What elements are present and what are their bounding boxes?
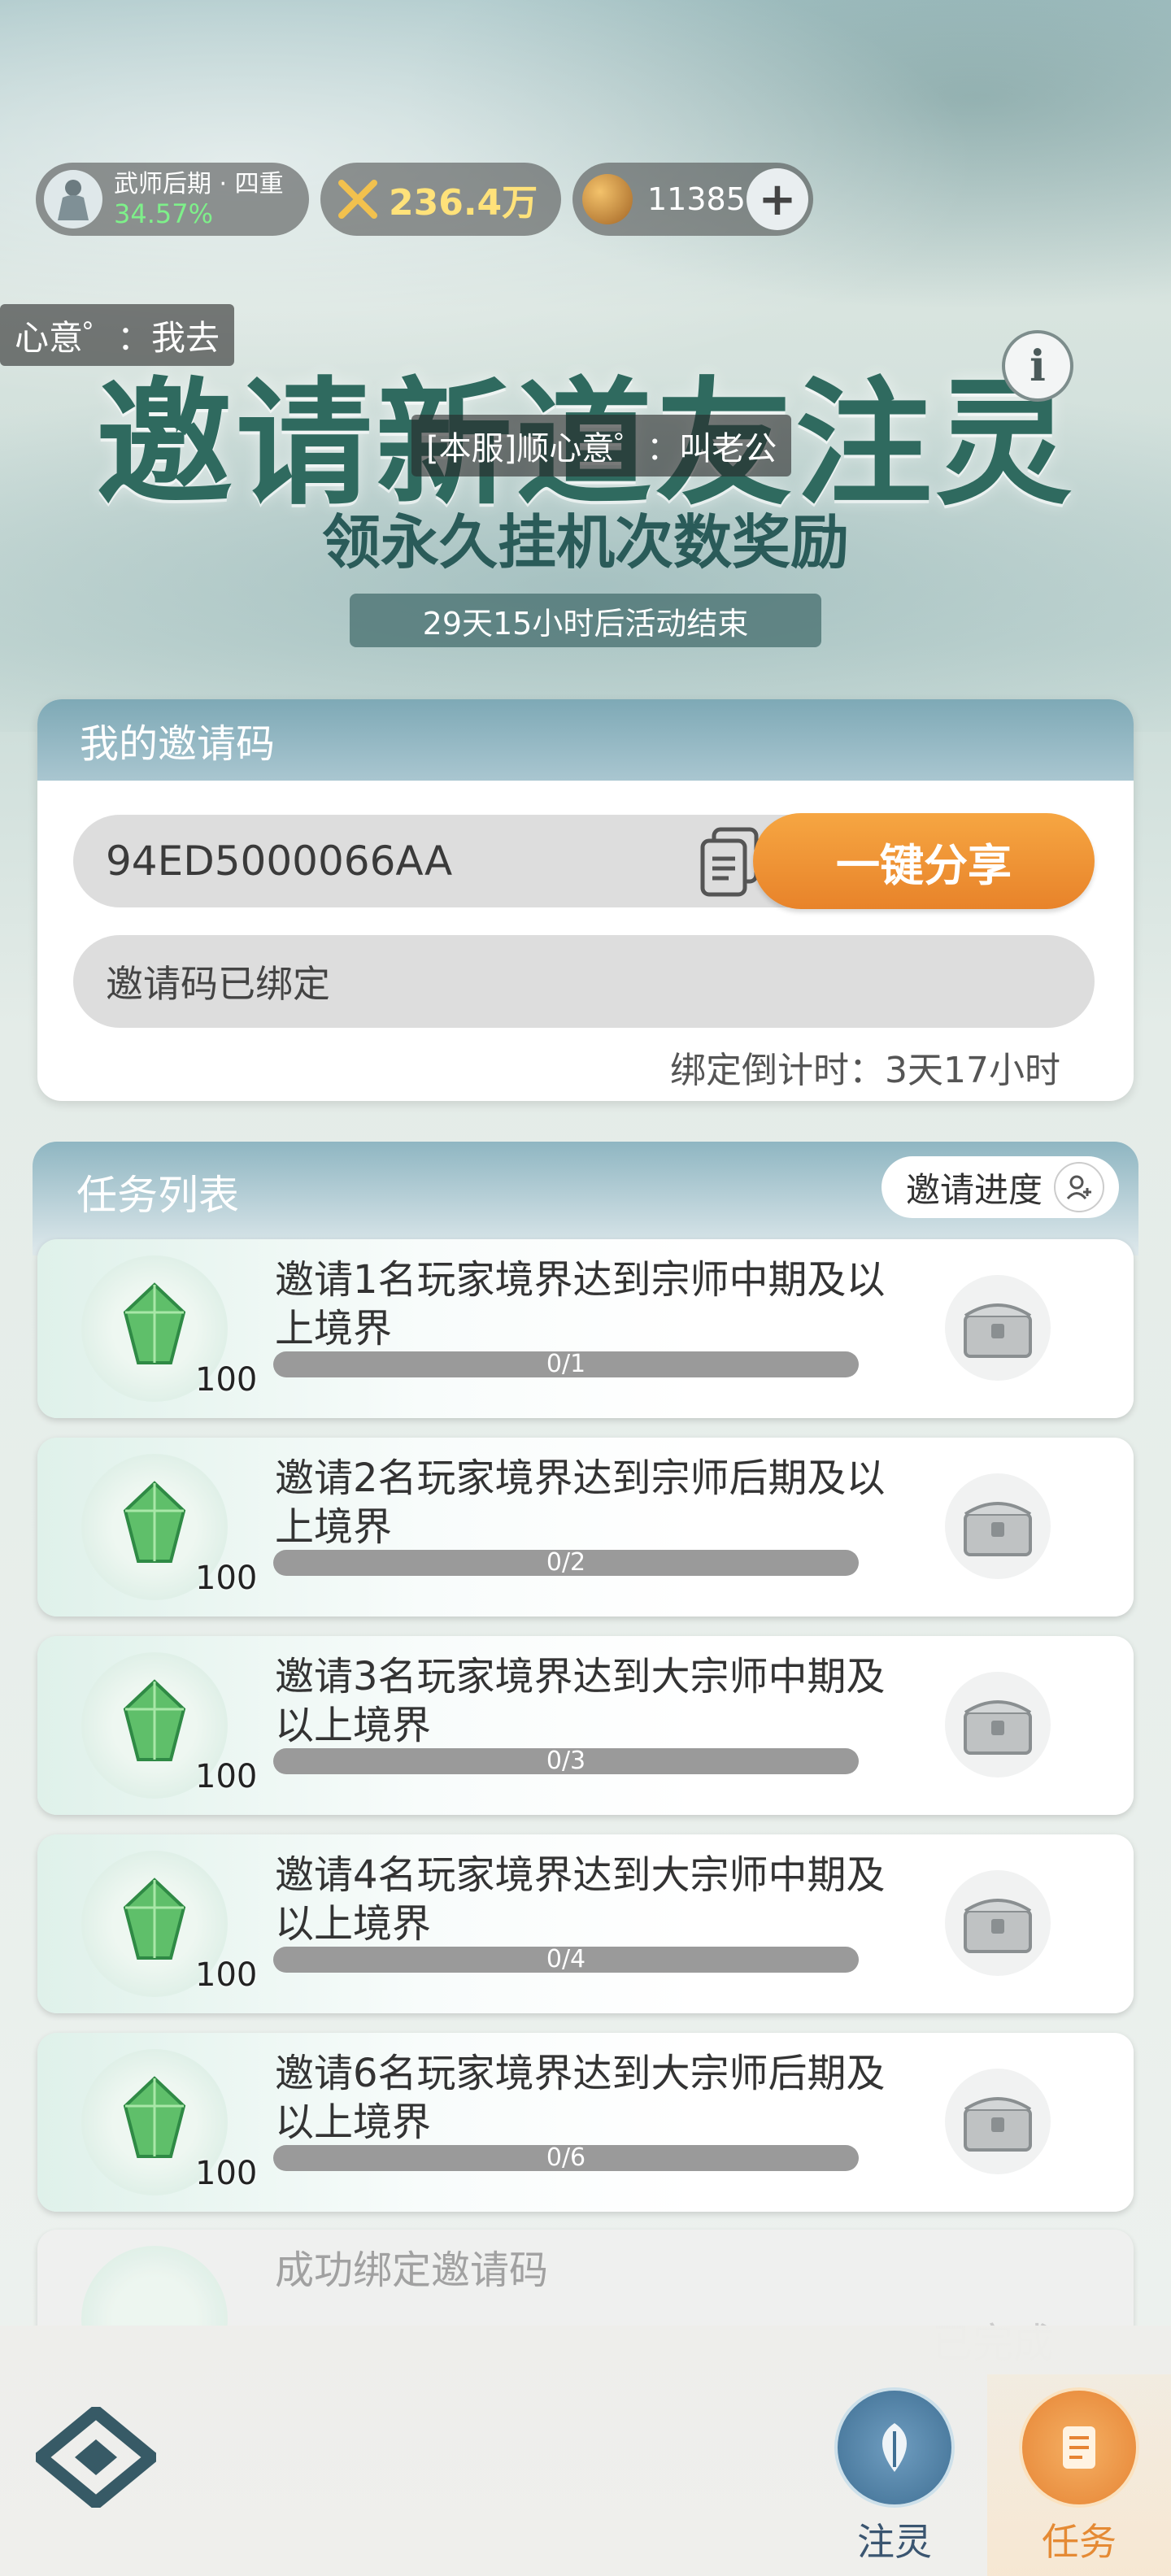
- task-description: 邀请6名玩家境界达到大宗师后期及以上境界: [275, 2051, 886, 2145]
- add-person-icon: [1054, 1162, 1105, 1212]
- invite-progress-button[interactable]: 邀请进度: [882, 1156, 1119, 1218]
- reward-item[interactable]: 100: [81, 1851, 257, 1997]
- reward-count: 100: [195, 1956, 258, 1994]
- tab-task-label: 任务: [1042, 2520, 1117, 2564]
- task-item: 100 邀请2名玩家境界达到宗师后期及以上境界 0/2: [37, 1438, 1134, 1617]
- bind-countdown: 绑定倒计时：3天17小时: [670, 1050, 1060, 1091]
- task-progress-text: 0/6: [546, 2143, 586, 2172]
- combat-power: 236.4万: [320, 163, 561, 236]
- task-progress-bar: 0/3: [273, 1748, 859, 1774]
- scroll-icon: [1019, 2387, 1139, 2508]
- treasure-chest-icon[interactable]: [945, 1672, 1051, 1778]
- leaf-spirit-icon: [834, 2387, 955, 2508]
- task-description: 邀请3名玩家境界达到大宗师中期及以上境界: [275, 1654, 886, 1748]
- reward-item[interactable]: 100: [81, 1454, 257, 1600]
- task-progress-text: 0/1: [546, 1350, 586, 1378]
- bound-status-text: 邀请码已绑定: [106, 962, 330, 1006]
- treasure-chest-icon[interactable]: [945, 1275, 1051, 1381]
- treasure-chest-icon[interactable]: [945, 1473, 1051, 1579]
- info-button[interactable]: i: [1002, 330, 1073, 402]
- task-progress-text: 0/4: [546, 1945, 586, 1973]
- invite-code-card: 我的邀请码 94ED5000066AA 一键分享 邀请码已绑定 绑定倒计时：3天…: [37, 699, 1134, 1101]
- realm-progress: 34.57%: [114, 198, 214, 229]
- treasure-chest-icon[interactable]: [945, 1870, 1051, 1976]
- realm-avatar-icon: [44, 170, 102, 228]
- jade-crystal-icon: [123, 1282, 186, 1364]
- invite-code-header: 我的邀请码: [37, 699, 1134, 781]
- task-item: 100 邀请6名玩家境界达到大宗师后期及以上境界 0/6: [37, 2033, 1134, 2212]
- task-progress-bar: 0/1: [273, 1351, 859, 1377]
- invite-progress-label: 邀请进度: [906, 1169, 1043, 1210]
- reward-item[interactable]: 100: [81, 1255, 257, 1402]
- jade-crystal-icon: [123, 1878, 186, 1960]
- realm-name: 武师后期 · 四重: [114, 170, 284, 198]
- combat-power-value: 236.4万: [389, 182, 538, 224]
- task-progress-text: 0/2: [546, 1548, 586, 1577]
- event-subtitle: 领永久挂机次数奖励: [321, 508, 849, 577]
- jade-crystal-icon: [123, 1481, 186, 1563]
- task-progress-bar: 0/6: [273, 2145, 859, 2171]
- jade-crystal-icon: [123, 2076, 186, 2158]
- task-item: 100 邀请3名玩家境界达到大宗师中期及以上境界 0/3: [37, 1636, 1134, 1815]
- task-item: 100 邀请1名玩家境界达到宗师中期及以上境界 0/1: [37, 1239, 1134, 1418]
- share-button[interactable]: 一键分享: [753, 813, 1095, 909]
- reward-count: 100: [195, 1560, 258, 1597]
- task-description: 成功绑定邀请码: [275, 2247, 549, 2293]
- copy-icon[interactable]: [699, 826, 761, 898]
- treasure-chest-icon[interactable]: [945, 2069, 1051, 2174]
- jade-crystal-icon: [123, 1679, 186, 1761]
- tab-lingzhu-label: 注灵: [857, 2520, 932, 2564]
- spirit-coin-icon: [582, 174, 633, 224]
- reward-count: 100: [195, 2155, 258, 2192]
- task-progress-text: 0/3: [546, 1747, 586, 1775]
- chat-bubble: 心意゜：我去: [0, 304, 235, 366]
- bound-status-field: 邀请码已绑定: [73, 935, 1095, 1028]
- task-description: 邀请4名玩家境界达到大宗师中期及以上境界: [275, 1852, 886, 1947]
- task-description: 邀请1名玩家境界达到宗师中期及以上境界: [275, 1257, 886, 1351]
- task-progress-bar: 0/4: [273, 1947, 859, 1973]
- task-description: 邀请2名玩家境界达到宗师后期及以上境界: [275, 1456, 886, 1550]
- menu-logo-icon[interactable]: [36, 2407, 156, 2508]
- add-currency-button[interactable]: +: [747, 168, 808, 230]
- realm-status[interactable]: 武师后期 · 四重 34.57%: [36, 163, 309, 236]
- tab-task[interactable]: 任务: [987, 2374, 1171, 2576]
- task-progress-bar: 0/2: [273, 1550, 859, 1576]
- reward-count: 100: [195, 1361, 258, 1399]
- currency-value: 11385: [647, 181, 746, 217]
- event-countdown: 29天15小时后活动结束: [350, 594, 821, 647]
- crossed-swords-icon: [338, 180, 377, 219]
- reward-count: 100: [195, 1758, 258, 1795]
- reward-item[interactable]: 100: [81, 2049, 257, 2195]
- tab-lingzhu[interactable]: 注灵: [821, 2374, 968, 2564]
- task-item: 100 邀请4名玩家境界达到大宗师中期及以上境界 0/4: [37, 1834, 1134, 2013]
- task-list-title: 任务列表: [76, 1172, 239, 1219]
- invite-code-value: 94ED5000066AA: [106, 838, 453, 885]
- task-list-header: 任务列表 邀请进度: [33, 1142, 1138, 1255]
- chat-bubble: [本服]顺心意゜：叫老公: [411, 415, 792, 476]
- reward-item[interactable]: 100: [81, 1652, 257, 1799]
- currency: 11385 +: [572, 163, 813, 236]
